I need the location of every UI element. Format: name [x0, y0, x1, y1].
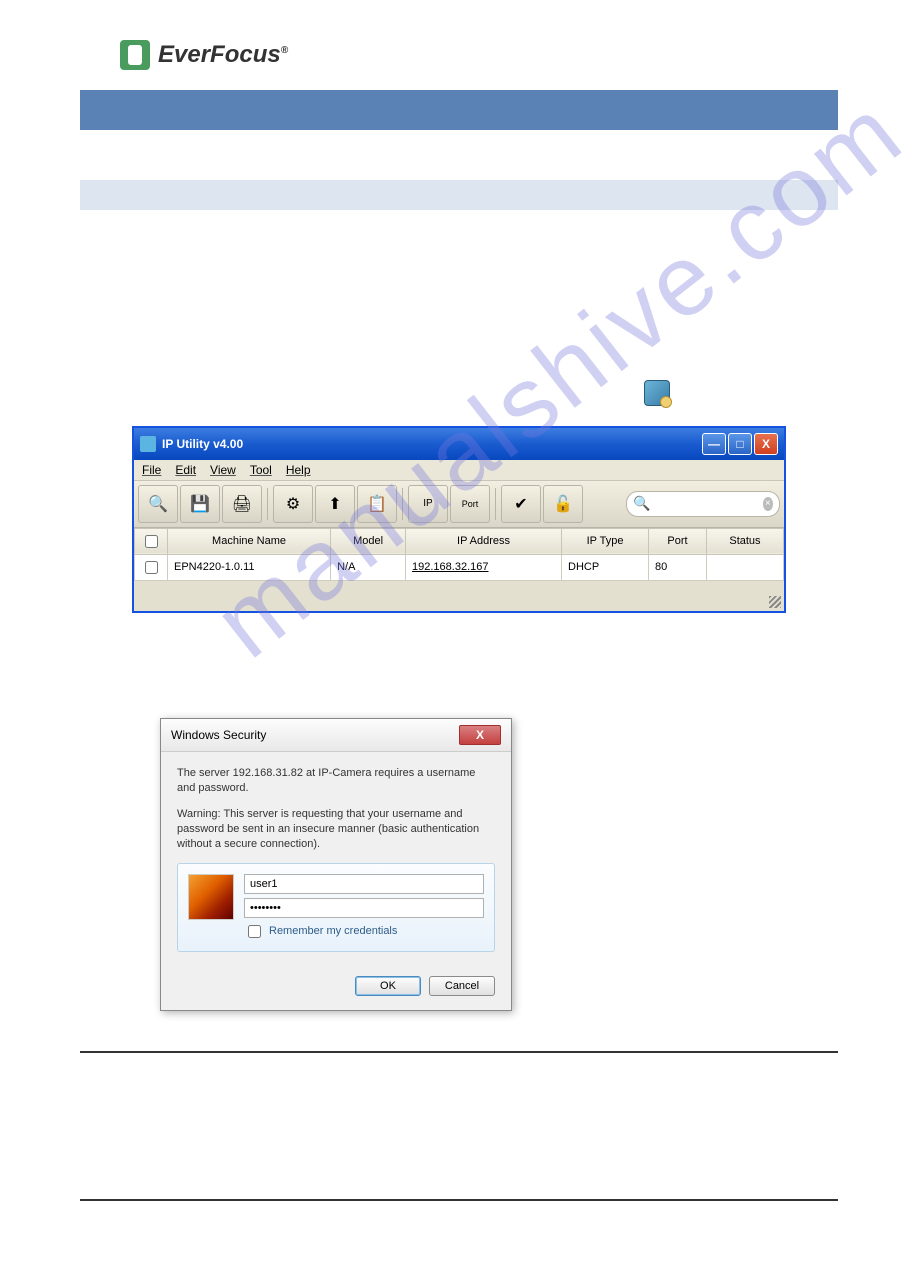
resize-grip-icon[interactable] — [769, 596, 781, 608]
security-dialog: Windows Security X The server 192.168.31… — [160, 718, 512, 1011]
col-check[interactable] — [135, 528, 168, 554]
security-close-button[interactable]: X — [459, 725, 501, 745]
remember-label: Remember my credentials — [269, 925, 397, 937]
credential-panel: Remember my credentials — [177, 863, 495, 952]
titlebar-title: IP Utility v4.00 — [162, 437, 243, 451]
cell-status — [706, 554, 783, 580]
col-model[interactable]: Model — [331, 528, 406, 554]
menu-view[interactable]: View — [210, 463, 236, 477]
remember-checkbox-row[interactable]: Remember my credentials — [244, 922, 484, 941]
cancel-button[interactable]: Cancel — [429, 976, 495, 996]
toolbar-open-button[interactable]: 🖨 — [222, 485, 262, 523]
ip-utility-window: IP Utility v4.00 — □ X File Edit View To… — [132, 426, 786, 613]
toolbar-upload-button[interactable]: ⬆ — [315, 485, 355, 523]
toolbar-export-button[interactable]: 📋 — [357, 485, 397, 523]
menu-tool[interactable]: Tool — [250, 463, 272, 477]
security-warning: Warning: This server is requesting that … — [177, 807, 495, 853]
minimize-button[interactable]: — — [702, 433, 726, 455]
ok-button[interactable]: OK — [355, 976, 421, 996]
toolbar-login-button[interactable]: 🔓 — [543, 485, 583, 523]
device-table: Machine Name Model IP Address IP Type Po… — [134, 528, 784, 581]
brand-logo: EverFocus® — [120, 40, 838, 70]
menu-help[interactable]: Help — [286, 463, 311, 477]
note-box: Note: 1. If you have the DHCP server in … — [80, 1051, 838, 1201]
row-checkbox[interactable] — [145, 561, 158, 574]
toolbar-config-button[interactable]: ⚙ — [273, 485, 313, 523]
user-avatar-icon — [188, 874, 234, 920]
toolbar-search-button[interactable]: 🔍 — [138, 485, 178, 523]
toolbar-save-button[interactable]: 💾 — [180, 485, 220, 523]
everfocus-logo-icon — [120, 40, 150, 70]
statusbar — [134, 581, 784, 611]
cell-ip[interactable]: 192.168.32.167 — [406, 554, 562, 580]
ip-utility-icon — [644, 380, 670, 406]
header-checkbox[interactable] — [145, 535, 158, 548]
toolbar-apply-button[interactable]: ✔ — [501, 485, 541, 523]
step-1: 1. Install and then start the IP Utility… — [80, 378, 838, 405]
security-message: The server 192.168.31.82 at IP-Camera re… — [177, 766, 495, 797]
col-status[interactable]: Status — [706, 528, 783, 554]
remember-checkbox[interactable] — [248, 925, 261, 938]
cell-port: 80 — [649, 554, 707, 580]
toolbar-search-field[interactable]: 🔍 × — [626, 491, 780, 517]
cell-model: N/A — [331, 554, 406, 580]
col-port[interactable]: Port — [649, 528, 707, 554]
menu-edit[interactable]: Edit — [175, 463, 196, 477]
header-band — [80, 90, 838, 130]
security-titlebar[interactable]: Windows Security X — [161, 719, 511, 752]
cell-machine: EPN4220-1.0.11 — [168, 554, 331, 580]
close-button[interactable]: X — [754, 433, 778, 455]
search-input[interactable] — [654, 497, 762, 511]
password-input[interactable] — [244, 898, 484, 918]
menu-bar: File Edit View Tool Help — [134, 460, 784, 481]
brand-name: EverFocus® — [158, 41, 288, 69]
toolbar-port-button[interactable]: Port — [450, 485, 490, 523]
col-ip-type[interactable]: IP Type — [562, 528, 649, 554]
toolbar: 🔍 💾 🖨 ⚙ ⬆ 📋 IP Port ✔ 🔓 🔍 × — [134, 481, 784, 528]
titlebar-app-icon — [140, 436, 156, 452]
username-input[interactable] — [244, 874, 484, 894]
search-icon: 🔍 — [633, 495, 650, 512]
col-machine-name[interactable]: Machine Name — [168, 528, 331, 554]
toolbar-ip-button[interactable]: IP — [408, 485, 448, 523]
ip-utility-titlebar[interactable]: IP Utility v4.00 — □ X — [134, 428, 784, 460]
table-row[interactable]: EPN4220-1.0.11 N/A 192.168.32.167 DHCP 8… — [135, 554, 784, 580]
menu-file[interactable]: File — [142, 463, 161, 477]
section-band — [80, 180, 838, 210]
cell-iptype: DHCP — [562, 554, 649, 580]
col-ip-address[interactable]: IP Address — [406, 528, 562, 554]
search-clear-icon[interactable]: × — [763, 497, 773, 511]
security-title: Windows Security — [171, 728, 266, 742]
maximize-button[interactable]: □ — [728, 433, 752, 455]
